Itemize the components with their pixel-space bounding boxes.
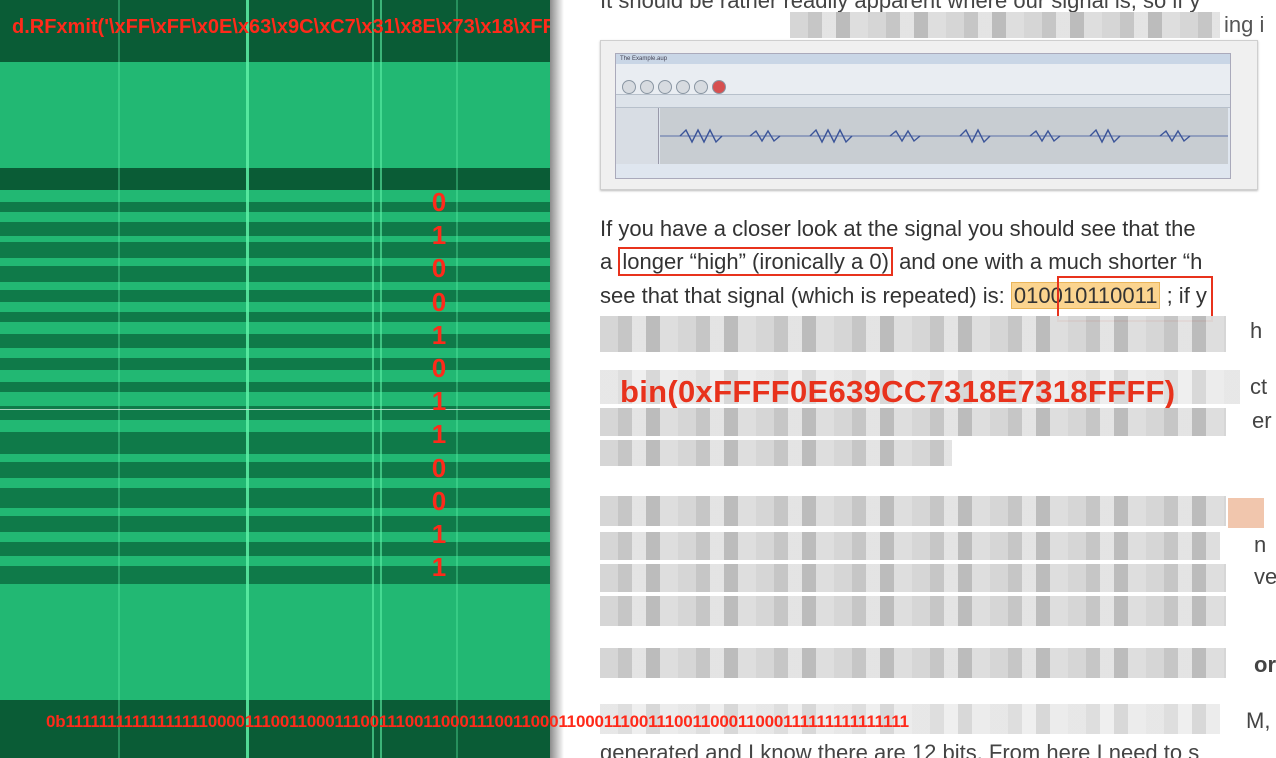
paragraph-text: a <box>600 249 613 274</box>
audacity-toolbar <box>616 64 1230 95</box>
play-icon <box>640 80 654 94</box>
blurred-text <box>600 648 1226 678</box>
paragraph-line: a longer “high” (ironically a 0) and one… <box>600 247 1203 276</box>
audacity-track-panel <box>616 108 659 164</box>
waterfall-band <box>0 322 550 334</box>
waterfall-band <box>0 302 550 312</box>
waterfall-band <box>0 516 550 532</box>
decoded-bit: 0 <box>431 187 447 217</box>
waterfall-band <box>0 334 550 348</box>
carrier-line <box>372 0 374 758</box>
decoded-bit: 0 <box>431 485 447 516</box>
decoded-bit: 1 <box>431 419 447 450</box>
article-bottom-fragment: generated and I know there are 12 bits. … <box>600 740 1200 758</box>
carrier-line <box>118 0 120 758</box>
waterfall-band <box>0 566 550 584</box>
audacity-timeline-ruler <box>616 95 1230 108</box>
waterfall-band <box>0 462 550 478</box>
audacity-waveform <box>660 108 1228 164</box>
waterfall-band <box>0 62 550 168</box>
blurred-text <box>600 316 1226 352</box>
decoded-bit: 0 <box>431 452 447 483</box>
waterfall-band <box>0 542 550 556</box>
waterfall-cursor-line <box>0 409 550 410</box>
waterfall-band <box>0 478 550 488</box>
pause-icon <box>622 80 636 94</box>
waterfall-band <box>0 392 550 406</box>
trailing-fragment: n <box>1254 532 1267 557</box>
decoded-bit: 1 <box>431 518 447 549</box>
waterfall-band <box>0 258 550 266</box>
waterfall-band <box>0 212 550 222</box>
carrier-line <box>246 0 249 758</box>
carrier-line <box>380 0 382 758</box>
blurred-text <box>600 408 1226 436</box>
paragraph-text: and one with a much shorter “h <box>899 249 1203 274</box>
decoded-bit: 1 <box>431 386 447 417</box>
trailing-fragment: er <box>1252 408 1272 433</box>
spectrogram-waterfall: d.RFxmit('\xFF\xFF\x0E\x63\x9C\xC7\x31\x… <box>0 0 550 758</box>
waterfall-band <box>0 358 550 370</box>
decoded-bit: 1 <box>431 220 447 251</box>
binary-string-annotation: 0b11111111111111111000011100110001110011… <box>46 712 909 731</box>
highlight-box-longer-high: longer “high” (ironically a 0) <box>618 247 893 276</box>
waterfall-band <box>0 382 550 392</box>
waterfall-band <box>0 266 550 282</box>
panel-divider-shadow <box>550 0 564 758</box>
decoded-bit: 0 <box>431 352 447 383</box>
waterfall-band <box>0 348 550 358</box>
article-top-fragment-end: ing i <box>1224 12 1265 37</box>
blurred-text <box>600 532 1220 560</box>
waterfall-band <box>0 420 550 432</box>
audacity-window: The Example.aup <box>615 53 1231 179</box>
trailing-fragment: ve <box>1254 564 1276 589</box>
record-icon <box>712 80 726 94</box>
trailing-fragment: ct <box>1250 374 1268 399</box>
blurred-text <box>790 12 1220 38</box>
blurred-text <box>600 440 952 466</box>
waterfall-band <box>0 312 550 322</box>
hex-to-binary-annotation: bin(0xFFFF0E639CC7318E7318FFFF) <box>620 374 1176 409</box>
blurred-text <box>600 564 1226 592</box>
embedded-audacity-screenshot: The Example.aup <box>600 40 1258 190</box>
blurred-text <box>600 596 1226 626</box>
waterfall-band <box>0 584 550 700</box>
trailing-fragment: or <box>1254 652 1276 677</box>
waterfall-band <box>0 508 550 516</box>
paragraph-line: If you have a closer look at the signal … <box>600 216 1196 241</box>
waterfall-band <box>0 190 550 202</box>
waterfall-band <box>0 290 550 302</box>
rfxmit-annotation: d.RFxmit('\xFF\xFF\x0E\x63\x9C\xC7\x31\x… <box>12 16 550 38</box>
waterfall-band <box>0 202 550 212</box>
trailing-fragment: h <box>1250 318 1263 343</box>
decoded-bits-column: 0 1 0 0 1 0 1 1 0 0 1 1 <box>424 186 454 584</box>
waterfall-band <box>0 532 550 542</box>
decoded-bit: 0 <box>431 253 447 284</box>
waterfall-band <box>0 242 550 258</box>
skip-end-icon <box>694 80 708 94</box>
stop-icon <box>658 80 672 94</box>
article-content: It should be rather readily apparent whe… <box>564 0 1276 758</box>
decoded-bit: 0 <box>431 286 447 317</box>
audacity-title-bar: The Example.aup <box>616 54 1230 64</box>
blurred-link[interactable] <box>1228 498 1264 528</box>
blurred-text <box>600 496 1226 526</box>
trailing-fragment: M, <box>1246 708 1271 733</box>
waterfall-band <box>0 282 550 290</box>
waveform-graphic <box>660 128 1228 144</box>
skip-start-icon <box>676 80 690 94</box>
waterfall-band <box>0 370 550 382</box>
waterfall-band <box>0 222 550 236</box>
waterfall-band <box>0 556 550 566</box>
waterfall-band <box>0 488 550 508</box>
carrier-line <box>456 0 458 758</box>
paragraph-text: see that that signal (which is repeated)… <box>600 283 1005 308</box>
waterfall-band <box>0 454 550 462</box>
waterfall-band <box>0 168 550 190</box>
decoded-bit: 1 <box>431 552 447 583</box>
waterfall-band <box>0 432 550 454</box>
decoded-bit: 1 <box>431 319 447 350</box>
